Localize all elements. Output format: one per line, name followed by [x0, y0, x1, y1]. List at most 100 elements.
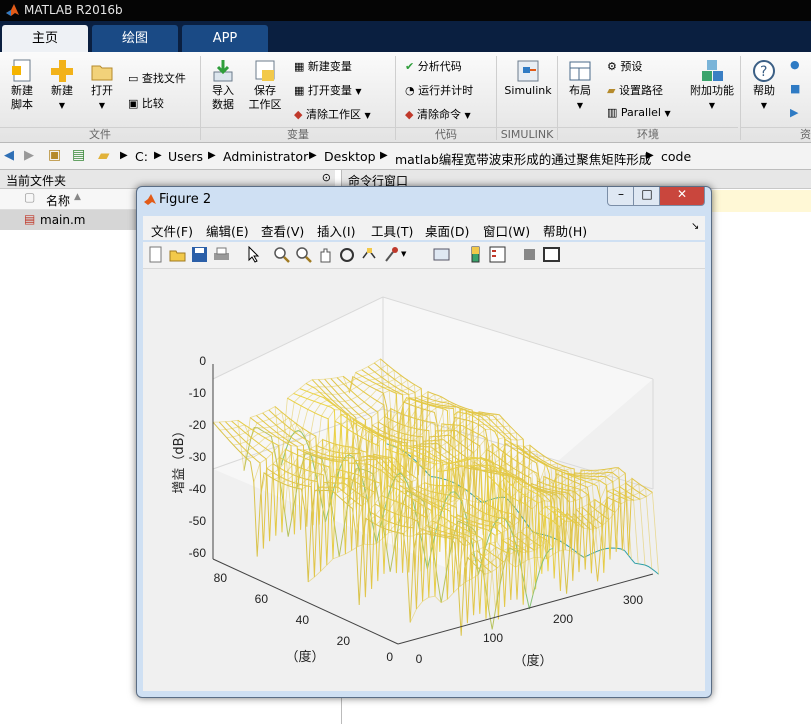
z-axis-label: 增益（dB） [172, 424, 187, 493]
analyze-code-button[interactable]: ✔ 分析代码 [405, 58, 462, 74]
m-file-icon: ▤ [24, 212, 36, 226]
zoom-in-icon[interactable] [273, 246, 290, 263]
print-icon[interactable] [213, 246, 230, 263]
open-button[interactable]: 打开 ▼ [85, 58, 119, 113]
up-folder-icon[interactable]: ▣ [48, 147, 61, 163]
insert-legend-icon[interactable] [489, 246, 506, 263]
dock-icon[interactable]: ↘ [691, 221, 699, 232]
tab-plots[interactable]: 绘图 [92, 25, 178, 52]
link-plot-icon[interactable] [433, 246, 450, 263]
breadcrumb-users[interactable]: Users [168, 149, 203, 164]
breadcrumb-code[interactable]: code [661, 149, 691, 164]
zoom-out-icon[interactable] [295, 246, 312, 263]
open-label: 打开 [91, 84, 113, 97]
panel-menu-icon[interactable]: ⊙ [322, 171, 331, 184]
current-folder-title: 当前文件夹 [6, 174, 67, 188]
pan-icon[interactable] [317, 246, 334, 263]
back-icon[interactable]: ◀ [4, 148, 14, 163]
rotate-3d-icon[interactable] [339, 246, 356, 263]
folder-open-icon [91, 65, 113, 81]
new-variable-label: 新建变量 [307, 60, 352, 73]
menu-tools[interactable]: 工具(T) [371, 221, 413, 240]
import-data-button[interactable]: 导入 数据 [206, 58, 240, 112]
breadcrumb-separator: ▶ [309, 150, 317, 161]
folder-icon: ▰ [607, 84, 616, 97]
new-figure-icon[interactable] [147, 246, 164, 263]
save-workspace-icon [255, 60, 275, 81]
breadcrumb-administrator[interactable]: Administrator [223, 149, 308, 164]
column-name-header[interactable]: 名称 [46, 192, 70, 209]
ribbon-toolstrip: 新建 脚本 新建 ▼ 打开 ▼ ▭ 查找文件 ▣ 比较 文件 导入 数据 保存 工作… [0, 52, 811, 143]
show-plot-tools-icon[interactable] [543, 246, 560, 263]
tab-apps[interactable]: APP [182, 25, 268, 52]
menu-insert[interactable]: 插入(I) [317, 221, 355, 240]
request-support-icon[interactable]: ■ [790, 82, 800, 95]
maximize-button[interactable]: □ [633, 187, 661, 206]
open-file-icon[interactable] [169, 246, 186, 263]
new-script-icon [12, 59, 31, 82]
close-button[interactable]: ✕ [659, 187, 705, 206]
find-files-icon: ▭ [128, 72, 139, 85]
menu-view[interactable]: 查看(V) [261, 221, 304, 240]
data-cursor-icon[interactable] [361, 246, 378, 263]
section-simulink: SIMULINK [497, 127, 557, 142]
run-and-time-icon: ◔ [405, 84, 415, 97]
matlab-logo-icon [144, 194, 156, 205]
new-script-button[interactable]: 新建 脚本 [4, 58, 40, 112]
save-workspace-button[interactable]: 保存 工作区 [245, 58, 285, 112]
simulink-button[interactable]: Simulink [502, 58, 554, 98]
menu-desktop[interactable]: 桌面(D) [425, 221, 469, 240]
parallel-button[interactable]: ▥ Parallel ▼ [607, 106, 671, 119]
tab-home[interactable]: 主页 [2, 25, 88, 52]
find-files-button[interactable]: ▭ 查找文件 [128, 70, 186, 86]
save-icon[interactable] [191, 246, 208, 263]
browse-folder-icon[interactable]: ▤ [72, 147, 85, 163]
set-path-label: 设置路径 [618, 84, 663, 97]
x-tick-label: 0 [416, 652, 423, 666]
run-and-time-button[interactable]: ◔ 运行并计时 [405, 82, 473, 98]
menu-help[interactable]: 帮助(H) [543, 221, 587, 240]
file-name: main.m [40, 213, 86, 227]
minimize-button[interactable]: – [607, 187, 635, 206]
addons-label: 附加功能 [690, 84, 734, 97]
clear-workspace-button[interactable]: ◆ 清除工作区 ▼ [294, 106, 371, 122]
breadcrumb-drive[interactable]: C: [135, 149, 148, 164]
chevron-down-icon[interactable]: ▼ [401, 250, 418, 267]
menu-file[interactable]: 文件(F) [151, 221, 193, 240]
hide-plot-tools-icon[interactable] [521, 246, 538, 263]
matlab-logo-icon [6, 4, 19, 16]
clear-commands-button[interactable]: ◆ 清除命令 ▼ [405, 106, 471, 122]
new-label: 新建 [51, 84, 73, 97]
gear-icon: ⚙ [607, 60, 617, 73]
brush-icon[interactable] [383, 246, 400, 263]
new-variable-button[interactable]: ▦ 新建变量 [294, 58, 352, 74]
pointer-icon[interactable] [245, 246, 262, 263]
file-type-icon: ▢ [24, 190, 36, 204]
addons-button[interactable]: 附加功能 ▼ [688, 58, 736, 113]
help-button[interactable]: ? 帮助 ▼ [748, 58, 780, 113]
x-tick-label: 100 [483, 631, 503, 645]
figure-toolbar: ▼ [143, 242, 705, 269]
insert-colorbar-icon[interactable] [467, 246, 484, 263]
forward-icon[interactable]: ▶ [24, 148, 34, 163]
breadcrumb-separator: ▶ [646, 150, 654, 161]
plot-canvas: 0 -10 -20 -30 -40 -50 -60 80 60 40 20 0 … [143, 269, 705, 691]
open-variable-button[interactable]: ▦ 打开变量 ▼ [294, 82, 362, 98]
sort-ascending-icon: ▲ [74, 192, 81, 202]
compare-button[interactable]: ▣ 比较 [128, 95, 164, 111]
menu-window[interactable]: 窗口(W) [483, 221, 530, 240]
menu-edit[interactable]: 编辑(E) [206, 221, 249, 240]
save-workspace-label: 保存 工作区 [248, 84, 282, 111]
preferences-button[interactable]: ⚙ 预设 [607, 58, 642, 74]
breadcrumb-desktop[interactable]: Desktop [324, 149, 376, 164]
community-icon[interactable]: ● [790, 58, 800, 71]
z-tick-label: -40 [189, 482, 207, 496]
new-variable-icon: ▦ [294, 60, 305, 73]
new-button[interactable]: 新建 ▼ [45, 58, 79, 113]
breadcrumb-project-folder[interactable]: matlab编程宽带波束形成的通过聚焦矩阵形成 [395, 149, 651, 168]
section-environment: 环境 [558, 127, 738, 142]
set-path-button[interactable]: ▰ 设置路径 [607, 82, 663, 98]
learn-matlab-icon[interactable]: ▶ [790, 106, 798, 119]
layout-button[interactable]: 布局 ▼ [562, 58, 598, 113]
chevron-down-icon: ▼ [58, 101, 66, 110]
